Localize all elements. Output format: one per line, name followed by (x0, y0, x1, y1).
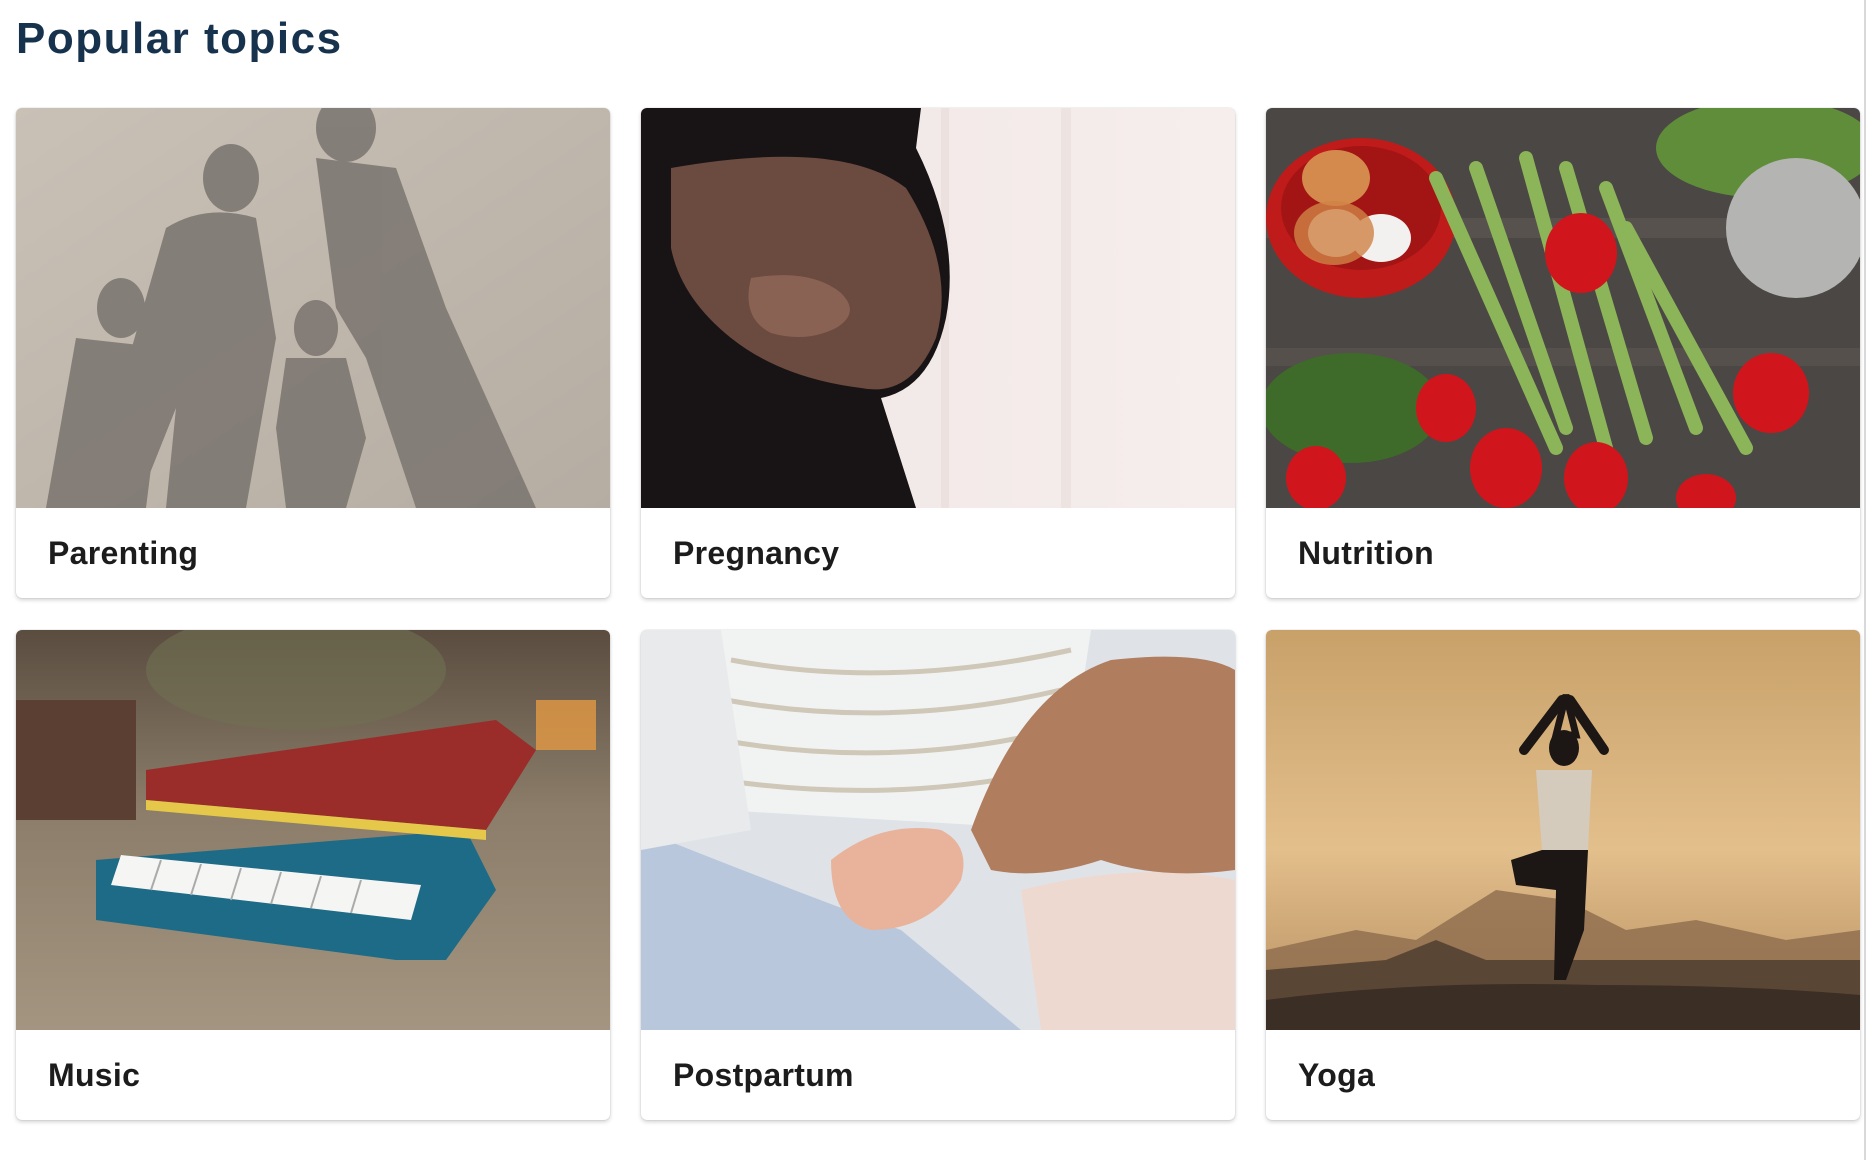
pregnancy-image (641, 108, 1235, 508)
postpartum-image (641, 630, 1235, 1030)
topic-label: Yoga (1298, 1057, 1376, 1093)
section-title: Popular topics (16, 14, 343, 63)
topic-label: Parenting (48, 535, 199, 571)
topic-card-nutrition[interactable]: Nutrition (1266, 108, 1860, 598)
popular-topics-page: Popular topics Parenting Pregnancy Nutri… (0, 0, 1866, 1160)
topic-card-music[interactable]: Music (16, 630, 610, 1120)
topic-card-yoga[interactable]: Yoga (1266, 630, 1860, 1120)
topic-card-postpartum[interactable]: Postpartum (641, 630, 1235, 1120)
nutrition-image (1266, 108, 1860, 508)
topic-label: Music (48, 1057, 141, 1093)
topic-label: Postpartum (673, 1057, 854, 1093)
topics-grid: Parenting Pregnancy Nutrition Music Post… (16, 108, 1860, 1120)
topic-label: Nutrition (1298, 535, 1434, 571)
parenting-image (16, 108, 610, 508)
topic-card-parenting[interactable]: Parenting (16, 108, 610, 598)
topic-card-pregnancy[interactable]: Pregnancy (641, 108, 1235, 598)
yoga-image (1266, 630, 1860, 1030)
music-image (16, 630, 610, 1030)
topic-label: Pregnancy (673, 535, 840, 571)
